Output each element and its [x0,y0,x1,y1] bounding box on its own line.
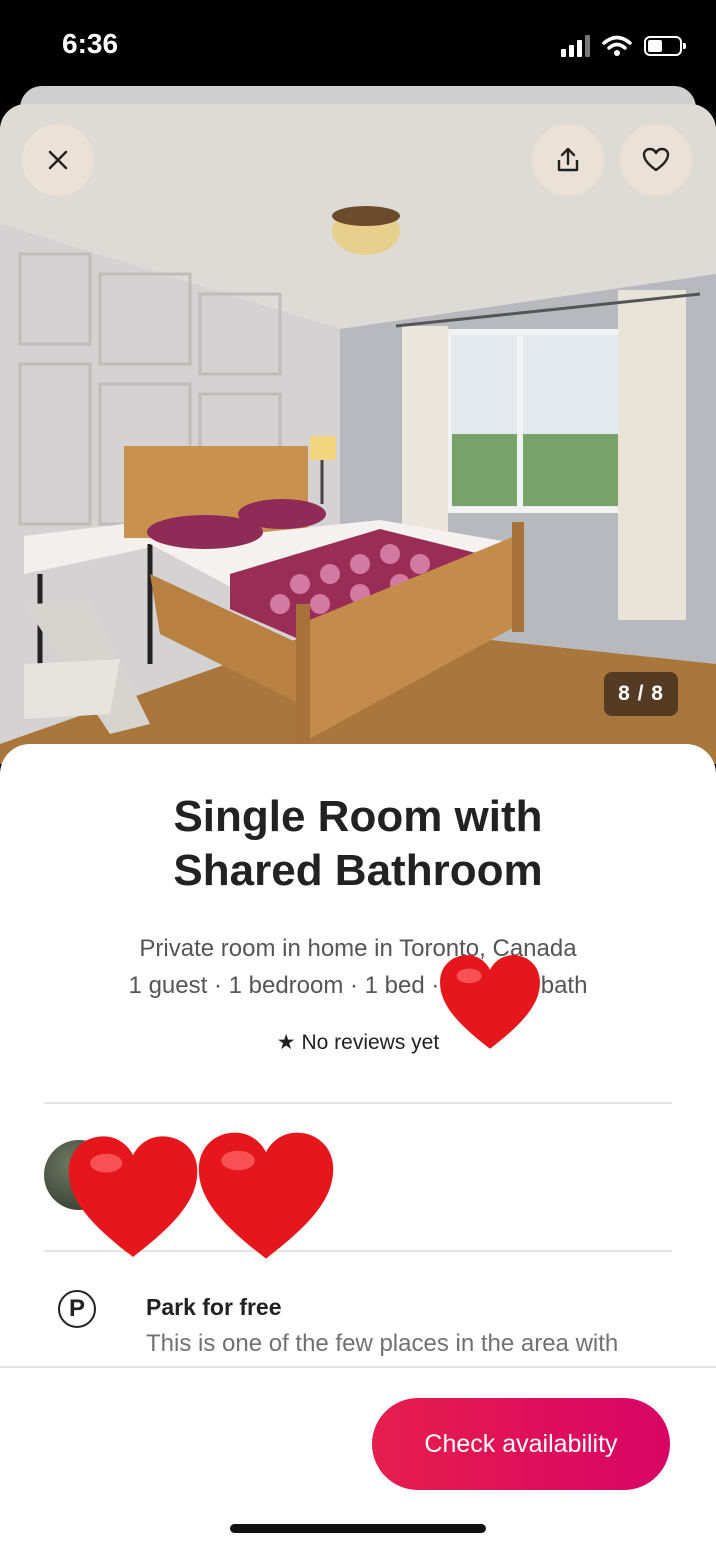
booking-footer: Check availability [0,1366,716,1554]
amenity-description: This is one of the few places in the are… [146,1330,619,1357]
listing-location: Private room in home in Toronto, Canada [139,935,577,962]
reviews-summary[interactable]: ★ No reviews yet [0,1030,716,1055]
star-icon: ★ [276,1031,296,1054]
cellular-signal-icon [561,35,590,57]
battery-icon [644,36,686,56]
parking-icon: P [58,1290,96,1328]
listing-summary: Private room in home in Toronto, Canada … [0,930,716,1004]
photo-counter: 8 / 8 [604,672,678,716]
status-bar: 6:36 [0,0,716,88]
listing-details-right: bath [540,972,588,999]
status-time: 6:36 [62,28,119,59]
heart-sticker [68,1136,198,1257]
divider [44,1102,672,1104]
amenity-title: Park for free [146,1294,282,1320]
heart-sticker [440,955,540,1049]
listing-title-line-1: Single Room with [173,792,543,841]
close-button[interactable] [22,124,94,196]
heart-sticker [198,1132,334,1259]
share-button[interactable] [532,124,604,196]
home-indicator[interactable] [230,1524,486,1533]
share-icon [557,147,579,172]
listing-title-line-2: Shared Bathroom [173,846,543,895]
reviews-text: No reviews yet [301,1031,440,1054]
listing-title: Single Room with Shared Bathroom [0,790,716,898]
save-button[interactable] [620,124,692,196]
listing-photo[interactable] [0,104,716,764]
heart-icon [642,147,670,172]
listing-details: 1 guest · 1 bedroom · 1 bed · bath [0,967,716,1004]
status-icons [561,32,686,60]
close-icon [48,150,68,170]
listing-details-left: 1 guest · 1 bedroom · 1 bed · [128,972,440,999]
wifi-icon [602,35,632,56]
check-availability-button[interactable]: Check availability [372,1398,670,1490]
